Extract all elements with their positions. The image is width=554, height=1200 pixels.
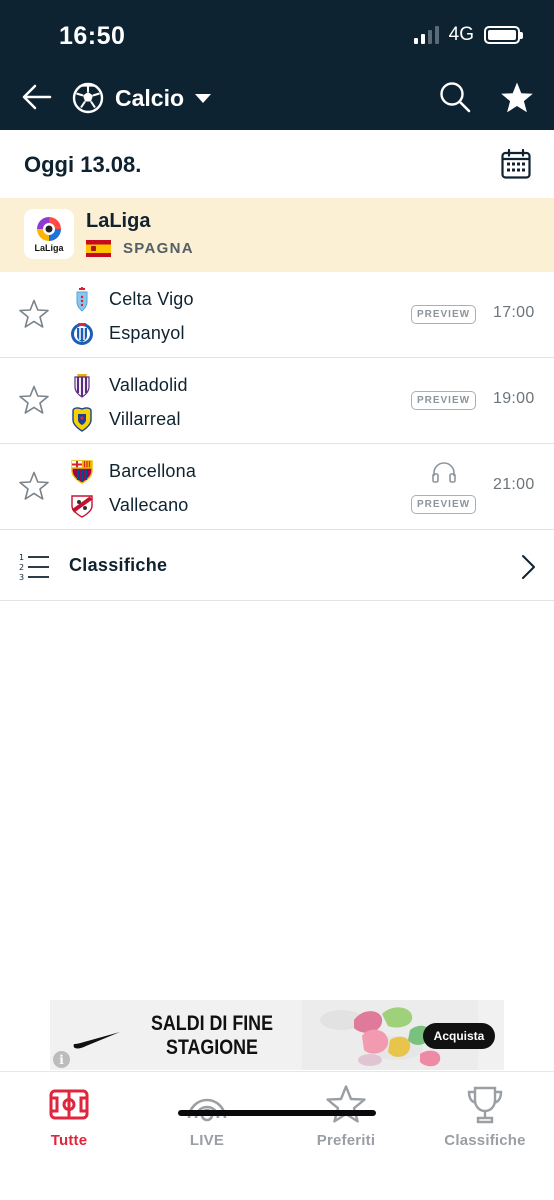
sport-selector[interactable]: Calcio [72,80,212,116]
star-outline-icon[interactable] [18,384,50,416]
rank-digit: 2 [19,563,24,572]
nav-row: Calcio [0,78,554,118]
signal-icon [413,26,439,44]
rayo-vallecano-crest-icon [71,495,93,518]
ad-banner[interactable]: SALDI DI FINE STAGIONE Acquista i [50,1000,504,1070]
away-team-name: Vallecano [109,494,189,515]
preview-badge[interactable]: PREVIEW [411,495,476,514]
preview-badge[interactable]: PREVIEW [411,391,476,410]
valladolid-crest-icon [74,374,90,398]
match-row[interactable]: Barcellona Vallecano PREVIEW 21:00 [0,444,554,530]
away-team-name: Espanyol [109,322,185,343]
laliga-logo-icon [37,216,61,241]
tab-tutte[interactable]: Tutte [9,1084,129,1154]
pitch-icon [49,1089,89,1120]
tab-classifiche[interactable]: Classifiche [425,1084,545,1154]
preview-badge[interactable]: PREVIEW [411,305,476,324]
tab-live[interactable]: LIVE [147,1084,267,1154]
tab-label: Classifiche [444,1132,526,1149]
standings-link[interactable]: 1 2 3 Classifiche [0,531,554,601]
ad-headline-line: STAGIONE [166,1036,258,1059]
status-indicators: 4G [413,24,523,46]
headphones-icon[interactable] [431,460,457,484]
ad-headline: SALDI DI FINE STAGIONE [144,1012,280,1060]
league-logo-text: LaLiga [34,242,64,253]
home-team: Barcellona [68,456,196,486]
espanyol-crest-icon [71,323,93,345]
home-team: Valladolid [68,370,188,400]
soccer-ball-icon [72,82,104,114]
home-team-name: Celta Vigo [109,288,194,309]
away-team: Villarreal [68,404,181,434]
star-outline-icon[interactable] [18,298,50,330]
celta-vigo-crest-icon [76,287,88,312]
ranking-list-icon: 1 2 3 [19,553,49,582]
tab-label: Preferiti [316,1132,376,1149]
ad-headline-line: SALDI DI FINE [150,1012,273,1035]
live-icon [187,1098,227,1122]
standings-label: Classifiche [69,555,168,575]
villarreal-crest-icon [72,407,92,432]
tab-label: Tutte [50,1132,88,1149]
away-team: Vallecano [68,490,189,520]
battery-icon [484,26,523,44]
trophy-icon [467,1086,503,1124]
star-icon [326,1085,366,1123]
home-team-name: Barcellona [109,460,197,481]
bottom-tab-bar: Tutte LIVE Preferiti Classifiche [0,1071,554,1200]
date-row: Oggi 13.08. [0,130,554,198]
ad-cta-button[interactable]: Acquista [423,1023,495,1049]
match-time: 19:00 [493,390,535,407]
home-team: Celta Vigo [68,284,194,314]
away-team-name: Villarreal [109,408,181,429]
app-header: 16:50 4G Calcio [0,0,554,130]
search-icon[interactable] [438,80,472,114]
home-team-name: Valladolid [109,374,188,395]
league-logo: LaLiga [24,209,74,259]
chevron-right-icon [522,555,535,579]
star-outline-icon[interactable] [18,470,50,502]
match-row[interactable]: Celta Vigo Espanyol PREVIEW 17:00 [0,272,554,358]
spain-flag-icon [86,240,111,257]
league-country: SPAGNA [123,240,194,257]
nike-swoosh-logo [73,1032,120,1049]
league-name: LaLiga [86,210,151,232]
home-indicator [178,1110,376,1116]
rank-digit: 1 [19,553,24,562]
date-label: Oggi 13.08. [24,152,142,177]
sport-label: Calcio [115,84,185,111]
match-time: 17:00 [493,304,535,321]
league-header[interactable]: LaLiga LaLiga SPAGNA [0,198,554,272]
network-type: 4G [448,24,474,45]
ad-info-icon[interactable]: i [53,1051,70,1068]
barcelona-crest-icon [71,460,93,484]
status-time: 16:50 [59,22,126,50]
chevron-down-icon [195,93,212,103]
match-time: 21:00 [493,476,535,493]
calendar-icon[interactable] [500,148,532,180]
back-arrow-icon[interactable] [20,80,54,114]
favorites-star-icon[interactable] [499,80,535,116]
tab-preferiti[interactable]: Preferiti [286,1084,406,1154]
match-row[interactable]: Valladolid Villarreal PREVIEW 19:00 [0,358,554,444]
tab-label: LIVE [189,1132,225,1149]
away-team: Espanyol [68,318,185,348]
rank-digit: 3 [19,573,24,582]
